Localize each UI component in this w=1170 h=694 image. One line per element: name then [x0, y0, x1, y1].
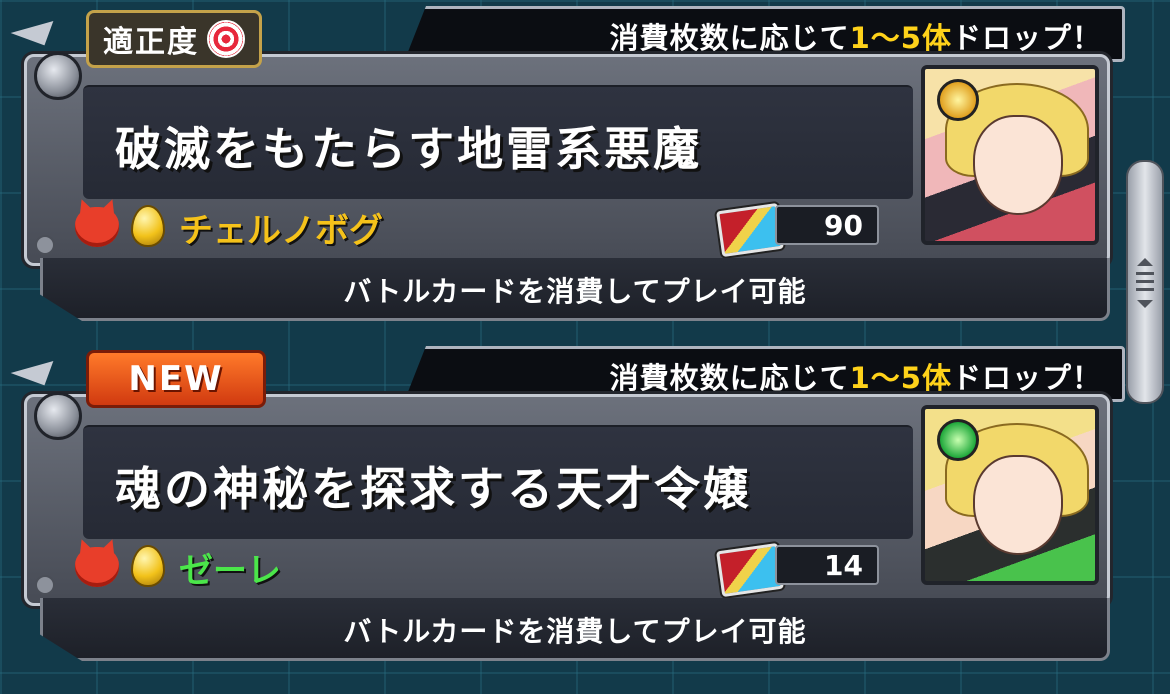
screw-icon [35, 575, 55, 595]
card-count: 90 [824, 209, 863, 242]
grip-line [1136, 280, 1154, 283]
light-element-icon [937, 79, 979, 121]
enemy-name: チェルノボグ [179, 211, 383, 251]
egg-icon [131, 205, 165, 247]
corner-spike [10, 348, 54, 386]
drop-info-text: 消費枚数に応じて1〜5体ドロップ！ [609, 21, 1102, 55]
demon-icon [75, 207, 119, 247]
card-count: 14 [824, 549, 863, 582]
fit-badge: 適正度 [86, 10, 262, 68]
quest-title: 破滅をもたらす地雷系悪魔 [115, 122, 703, 176]
new-badge-label: NEW [128, 359, 224, 399]
portrait-face [973, 455, 1063, 555]
wood-element-icon [937, 419, 979, 461]
footer-text: バトルカードを消費してプレイ可能 [343, 615, 807, 648]
egg-icon [131, 545, 165, 587]
footer-text: バトルカードを消費してプレイ可能 [343, 275, 807, 308]
quest-panel: 破滅をもたらす地雷系悪魔 チェルノボグ 90 [24, 54, 1110, 266]
demon-icon [75, 547, 119, 587]
enemy-name: ゼーレ [179, 551, 281, 591]
battle-card-icon [716, 202, 784, 258]
scrollbar-thumb[interactable] [1126, 160, 1164, 404]
new-badge: NEW [86, 350, 266, 408]
quest-footer[interactable]: バトルカードを消費してプレイ可能 [40, 598, 1110, 661]
scroll-down-arrow-icon [1137, 300, 1153, 308]
grip-line [1136, 272, 1154, 275]
quest-title: 魂の神秘を探求する天才令嬢 [115, 462, 752, 516]
target-icon [207, 20, 245, 58]
bolt-icon [34, 392, 82, 440]
quest-title-box: 破滅をもたらす地雷系悪魔 [83, 85, 913, 199]
card-count-box: 90 [775, 205, 879, 245]
grip-line [1136, 288, 1154, 291]
drop-info-text: 消費枚数に応じて1〜5体ドロップ！ [609, 361, 1102, 395]
boss-portrait [921, 65, 1099, 245]
corner-spike [10, 8, 54, 46]
portrait-face [973, 115, 1063, 215]
card-count-box: 14 [775, 545, 879, 585]
boss-portrait [921, 405, 1099, 585]
fit-badge-label: 適正度 [103, 25, 199, 60]
battle-card-icon [716, 542, 784, 598]
quest-footer[interactable]: バトルカードを消費してプレイ可能 [40, 258, 1110, 321]
quest-title-box: 魂の神秘を探求する天才令嬢 [83, 425, 913, 539]
scroll-up-arrow-icon [1137, 258, 1153, 266]
screw-icon [35, 235, 55, 255]
bolt-icon [34, 52, 82, 100]
quest-panel: 魂の神秘を探求する天才令嬢 ゼーレ 14 [24, 394, 1110, 606]
